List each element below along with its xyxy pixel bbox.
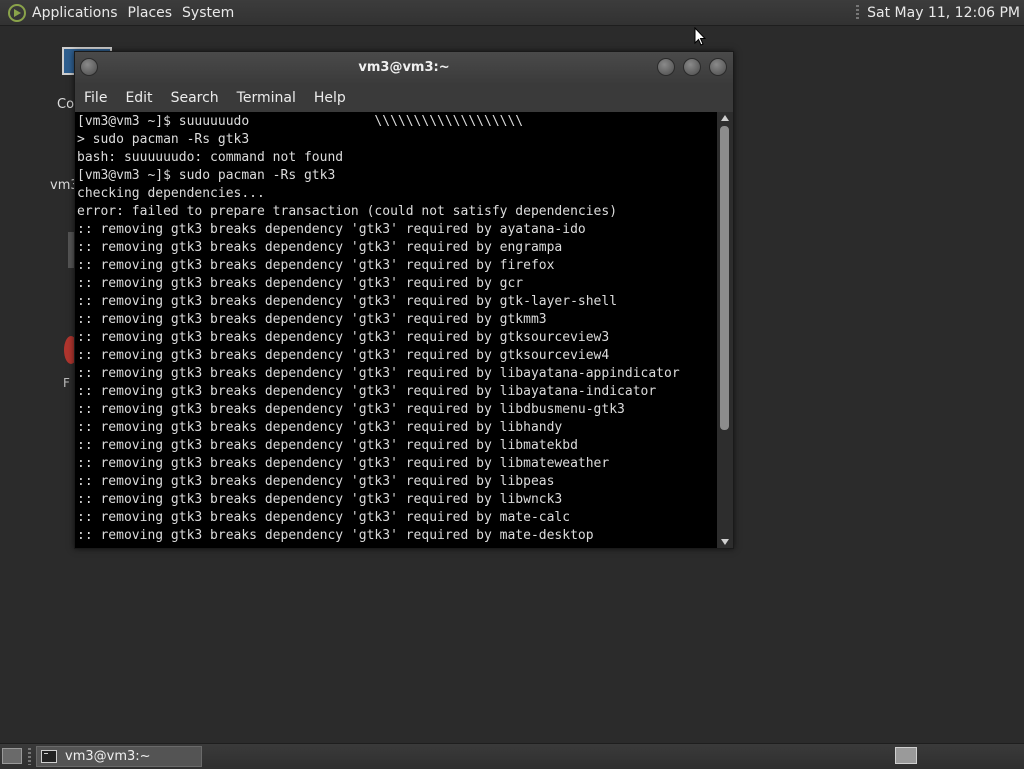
terminal-line: :: removing gtk3 breaks dependency 'gtk3… <box>77 456 610 471</box>
terminal-line: :: removing gtk3 breaks dependency 'gtk3… <box>77 402 625 417</box>
maximize-button[interactable] <box>683 58 701 76</box>
terminal-line: error: failed to prepare transaction (co… <box>77 204 618 219</box>
taskbar-item-label: vm3@vm3:~ <box>65 749 151 764</box>
panel-clock[interactable]: Sat May 11, 12:06 PM <box>867 5 1020 21</box>
terminal-line: :: removing gtk3 breaks dependency 'gtk3… <box>77 420 563 435</box>
menu-file[interactable]: File <box>75 90 116 106</box>
window-title: vm3@vm3:~ <box>358 60 450 75</box>
scrollbar-thumb[interactable] <box>720 126 729 430</box>
terminal-line: :: removing gtk3 breaks dependency 'gtk3… <box>77 276 524 291</box>
terminal-line: [vm3@vm3 ~]$ sudo pacman -Rs gtk3 <box>77 168 336 183</box>
close-button[interactable] <box>709 58 727 76</box>
system-menu[interactable]: System <box>182 5 242 21</box>
menu-view[interactable]: Search <box>162 90 228 106</box>
computer-desktop-label[interactable]: Co <box>57 97 74 112</box>
panel-grip[interactable] <box>28 748 31 765</box>
window-menu-button[interactable] <box>80 58 98 76</box>
terminal-output[interactable]: [vm3@vm3 ~]$ suuuuuudo \\\\\\\\\\\\\\\\\… <box>75 112 717 548</box>
scroll-up-arrow-icon[interactable] <box>721 115 729 121</box>
scroll-down-arrow-icon[interactable] <box>721 539 729 545</box>
taskbar-item-terminal[interactable]: vm3@vm3:~ <box>36 746 202 767</box>
terminal-line: :: removing gtk3 breaks dependency 'gtk3… <box>77 528 594 543</box>
terminal-line: :: removing gtk3 breaks dependency 'gtk3… <box>77 222 586 237</box>
mate-logo-icon[interactable] <box>8 3 26 22</box>
terminal-line: :: removing gtk3 breaks dependency 'gtk3… <box>77 492 563 507</box>
top-panel: Applications Places System Sat May 11, 1… <box>0 0 1024 26</box>
menu-search[interactable]: Terminal <box>228 90 305 106</box>
terminal-window[interactable]: vm3@vm3:~ File Edit Search Terminal Help… <box>74 51 734 549</box>
terminal-menubar: File Edit Search Terminal Help <box>75 83 733 112</box>
terminal-line: :: removing gtk3 breaks dependency 'gtk3… <box>77 438 578 453</box>
window-titlebar[interactable]: vm3@vm3:~ <box>75 52 733 83</box>
menu-terminal[interactable]: Help <box>305 90 355 106</box>
terminal-line: :: removing gtk3 breaks dependency 'gtk3… <box>77 348 610 363</box>
terminal-line: > sudo pacman -Rs gtk3 <box>77 132 250 147</box>
terminal-line: :: removing gtk3 breaks dependency 'gtk3… <box>77 330 610 345</box>
panel-grip[interactable] <box>856 4 860 21</box>
terminal-scrollbar[interactable] <box>717 112 733 548</box>
terminal-line: :: removing gtk3 breaks dependency 'gtk3… <box>77 366 680 381</box>
terminal-line: checking dependencies... <box>77 186 265 201</box>
terminal-line: :: removing gtk3 breaks dependency 'gtk3… <box>77 474 555 489</box>
show-desktop-button[interactable] <box>2 748 22 764</box>
terminal-line: :: removing gtk3 breaks dependency 'gtk3… <box>77 240 563 255</box>
terminal-line: :: removing gtk3 breaks dependency 'gtk3… <box>77 312 547 327</box>
places-menu[interactable]: Places <box>128 5 181 21</box>
minimize-button[interactable] <box>657 58 675 76</box>
terminal-line: [vm3@vm3 ~]$ suuuuuudo \\\\\\\\\\\\\\\\\… <box>77 114 524 129</box>
bottom-panel: vm3@vm3:~ <box>0 743 1024 769</box>
terminal-line: :: removing gtk3 breaks dependency 'gtk3… <box>77 258 555 273</box>
terminal-icon <box>41 750 57 763</box>
terminal-line: bash: suuuuuudo: command not found <box>77 150 344 165</box>
workspace-switcher[interactable] <box>895 747 917 764</box>
terminal-line: :: removing gtk3 breaks dependency 'gtk3… <box>77 384 657 399</box>
mouse-pointer-icon <box>694 27 706 46</box>
terminal-line: :: removing gtk3 breaks dependency 'gtk3… <box>77 294 618 309</box>
menu-edit[interactable]: Edit <box>116 90 161 106</box>
applications-menu[interactable]: Applications <box>32 5 126 21</box>
terminal-line: :: removing gtk3 breaks dependency 'gtk3… <box>77 510 571 525</box>
